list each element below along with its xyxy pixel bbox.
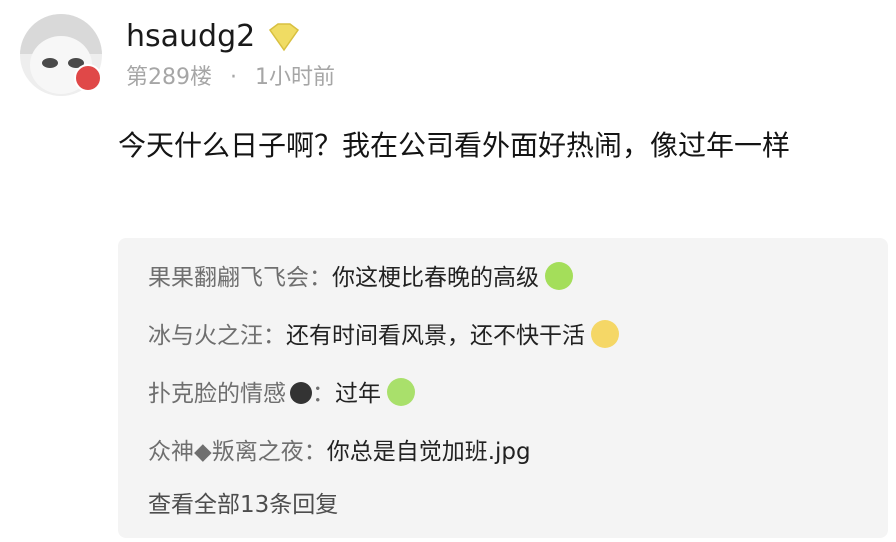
post-time: 1小时前 <box>255 65 335 90</box>
avatar-badge-icon <box>74 64 102 92</box>
reply-list: 果果翻翩飞飞会：你这梗比春晚的高级 冰与火之汪：还有时间看风景，还不快干活 扑克… <box>118 238 888 538</box>
reply-item[interactable]: 扑克脸的情感 ：过年 <box>148 374 415 414</box>
smiling-face-icon <box>591 320 619 348</box>
floor-number: 第289楼 <box>126 65 212 90</box>
grinning-face-icon <box>387 378 415 406</box>
reply-text: 你总是自觉加班.jpg <box>326 439 531 465</box>
reply-author-suffix: ： <box>312 381 335 407</box>
vip-badge-icon <box>268 23 300 52</box>
reply-author[interactable]: 扑克脸的情感 <box>148 381 286 407</box>
reply-text: 你这梗比春晚的高级 <box>332 265 539 291</box>
username[interactable]: hsaudg2 <box>126 18 255 56</box>
avatar-eye-left <box>42 58 58 68</box>
post-meta: 第289楼 · 1小时前 <box>126 62 335 94</box>
reply-text: 还有时间看风景，还不快干活 <box>286 323 585 349</box>
reply-text: 过年 <box>335 381 381 407</box>
post-content: 今天什么日子啊？我在公司看外面好热闹，像过年一样 <box>118 129 791 162</box>
reply-item[interactable]: 众神◆叛离之夜：你总是自觉加班.jpg <box>148 432 531 472</box>
meta-separator: · <box>230 65 237 90</box>
reply-author[interactable]: 众神◆叛离之夜： <box>148 439 327 465</box>
view-all-replies-link[interactable]: 查看全部13条回复 <box>148 488 338 522</box>
reply-item[interactable]: 果果翻翩飞飞会：你这梗比春晚的高级 <box>148 258 573 298</box>
reply-author[interactable]: 果果翻翩飞飞会： <box>148 265 332 291</box>
reply-author[interactable]: 冰与火之汪： <box>148 323 286 349</box>
grinning-face-icon <box>545 262 573 290</box>
sunflower-icon <box>290 382 312 404</box>
reply-item[interactable]: 冰与火之汪：还有时间看风景，还不快干活 <box>148 316 619 356</box>
